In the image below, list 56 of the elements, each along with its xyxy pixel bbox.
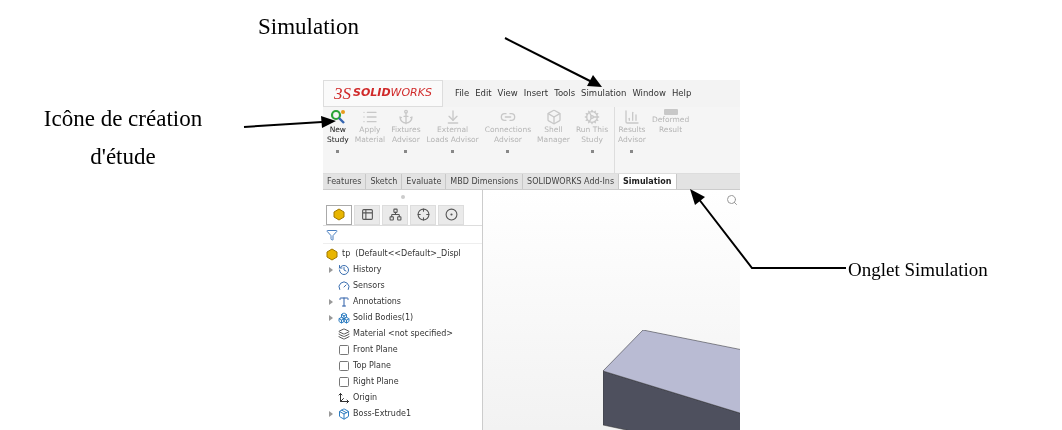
box-icon: [545, 109, 562, 125]
menu-item[interactable]: Simulation: [581, 87, 627, 100]
filter-icon[interactable]: [326, 228, 338, 241]
tree-item[interactable]: Boss-Extrude1: [353, 408, 411, 420]
part-icon: [325, 247, 339, 261]
anchor-icon: [397, 109, 414, 125]
axes-icon: [338, 392, 350, 404]
tree-item[interactable]: Origin: [353, 392, 378, 404]
annotation-label: Onglet Simulation: [848, 258, 988, 282]
circle-icon: [444, 208, 458, 221]
expand-arrow-icon[interactable]: [329, 267, 333, 273]
tab[interactable]: Simulation: [619, 174, 677, 189]
expand-arrow-icon[interactable]: [329, 315, 333, 321]
tab[interactable]: Sketch: [366, 174, 403, 189]
tab[interactable]: MBD Dimensions: [446, 174, 524, 189]
tab[interactable]: Evaluate: [402, 174, 447, 189]
gauge-icon: [338, 280, 350, 292]
annotation-label: Simulation: [258, 13, 359, 41]
menu-item[interactable]: Help: [671, 87, 692, 100]
tree-item[interactable]: Solid Bodies(1): [353, 312, 414, 324]
tree-item[interactable]: tp (Default<<Default>_Displ: [342, 248, 461, 260]
annotation-label: Icône de création d'étude: [42, 105, 204, 171]
menu-item[interactable]: File: [454, 87, 470, 100]
table-icon: [360, 208, 374, 221]
expand-arrow-icon[interactable]: [329, 299, 333, 305]
search-icon[interactable]: [726, 194, 738, 206]
crosshair-icon: [416, 208, 430, 221]
logo-mark: 3S: [334, 82, 351, 105]
tree-item[interactable]: Front Plane: [353, 344, 398, 356]
menu-item[interactable]: Insert: [523, 87, 549, 100]
grip-icon[interactable]: [400, 195, 405, 199]
menu-item[interactable]: View: [497, 87, 518, 100]
gear-icon: [584, 109, 600, 125]
menu-item[interactable]: Edit: [475, 87, 492, 100]
tree-item[interactable]: Sensors: [353, 280, 385, 292]
expand-arrow-icon[interactable]: [329, 411, 333, 417]
tree-icon: [388, 208, 402, 221]
tree-item[interactable]: Annotations: [353, 296, 402, 308]
tree-item[interactable]: Top Plane: [353, 360, 391, 372]
part-icon: [332, 208, 346, 221]
menu-item[interactable]: Window: [632, 87, 666, 100]
tree-item[interactable]: Material <not specified>: [353, 328, 453, 340]
tab[interactable]: Features: [323, 174, 367, 189]
bar-icon: [663, 109, 678, 115]
list-icon: [361, 109, 378, 125]
layers-icon: [338, 328, 350, 340]
dropdown-caret-icon[interactable]: [336, 150, 340, 153]
search-gear-icon: [329, 109, 346, 125]
menu-item[interactable]: Tools: [554, 87, 576, 100]
panel-tab[interactable]: [326, 204, 352, 225]
bar-chart-icon: [624, 109, 640, 125]
logo-text: SOLIDWORKS: [353, 85, 432, 102]
tree-item[interactable]: Right Plane: [353, 376, 399, 388]
letter-icon: [338, 296, 350, 308]
clock-icon: [338, 264, 350, 276]
tree-item[interactable]: History: [353, 264, 382, 276]
